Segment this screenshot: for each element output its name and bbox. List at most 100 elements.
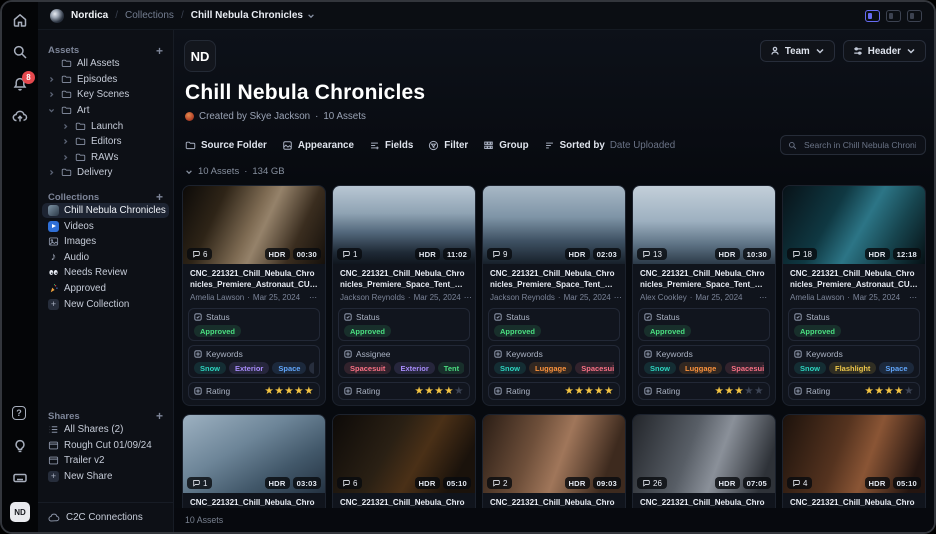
keyword-chip[interactable]: Spacesuit	[575, 362, 614, 374]
idea-bulb-icon[interactable]	[12, 438, 28, 454]
keyword-chip[interactable]: Exterior	[394, 362, 434, 374]
more-menu-icon[interactable]: ⋯	[614, 293, 623, 302]
more-keywords-chip[interactable]: +3	[309, 362, 314, 374]
breadcrumb-workspace[interactable]: Nordica	[71, 10, 108, 21]
status-field[interactable]: Status Approved	[638, 308, 770, 341]
keyword-chip[interactable]: Snow	[794, 362, 826, 374]
keyword-chip[interactable]: Spacesuit	[344, 362, 391, 374]
sidebar-item-approved[interactable]: Approved	[42, 281, 169, 297]
chevron-right-icon[interactable]	[48, 91, 56, 98]
status-chip[interactable]: Approved	[344, 325, 391, 337]
appearance-button[interactable]: Appearance	[282, 140, 354, 151]
star-rating[interactable]: ★★★★★	[264, 387, 314, 396]
status-field[interactable]: Status Approved	[188, 308, 320, 341]
chevron-right-icon[interactable]	[62, 138, 70, 145]
keywords-field[interactable]: Keywords Snow Exterior Space +3	[188, 345, 320, 378]
team-button[interactable]: Team	[760, 40, 835, 62]
more-menu-icon[interactable]: ⋯	[909, 293, 918, 302]
user-avatar[interactable]: ND	[10, 502, 30, 522]
chevron-right-icon[interactable]	[48, 169, 56, 176]
star-rating[interactable]: ★★★★★	[864, 387, 914, 396]
chevron-right-icon[interactable]	[62, 154, 70, 161]
keywords-field[interactable]: Keywords Snow Flashlight Space +3	[788, 345, 920, 378]
keyboard-icon[interactable]	[12, 470, 28, 486]
add-collection-icon[interactable]: +	[156, 192, 163, 202]
sidebar-item-new-collection[interactable]: + New Collection	[42, 296, 169, 312]
status-field[interactable]: Status Approved	[788, 308, 920, 341]
source-folder-button[interactable]: Source Folder	[185, 140, 267, 151]
asset-thumbnail[interactable]: 1 HDR03:03	[183, 415, 325, 493]
help-icon[interactable]: ?	[12, 406, 28, 422]
sidebar-item-all-assets[interactable]: All Assets	[42, 56, 169, 72]
chevron-down-icon[interactable]	[185, 168, 193, 176]
add-asset-icon[interactable]: +	[156, 46, 163, 56]
sidebar-item-episodes[interactable]: Episodes	[42, 72, 169, 88]
rating-field[interactable]: Rating ★★★★★	[338, 382, 470, 400]
c2c-connections[interactable]: C2C Connections	[38, 502, 173, 532]
asset-card[interactable]: 6 HDR00:30 CNC_221321_Chill_Nebula_Chron…	[182, 185, 326, 406]
asset-thumbnail[interactable]: 13 HDR10:30	[633, 186, 775, 264]
header-button[interactable]: Header	[843, 40, 926, 62]
keyword-chip[interactable]: Space	[272, 362, 306, 374]
search-icon[interactable]	[12, 44, 28, 60]
chevron-down-icon[interactable]	[48, 107, 56, 114]
layout-split-view-icon[interactable]	[886, 10, 901, 22]
keyword-chip[interactable]: Luggage	[679, 362, 722, 374]
sidebar-item-new-share[interactable]: + New Share	[42, 469, 169, 485]
assignee-field[interactable]: Assignee Spacesuit Exterior Tent +3	[338, 345, 470, 378]
asset-card[interactable]: 18 HDR12:18 CNC_221321_Chill_Nebula_Chro…	[782, 185, 926, 406]
keyword-chip[interactable]: Flashlight	[829, 362, 876, 374]
fields-button[interactable]: Fields	[369, 140, 413, 151]
status-chip[interactable]: Approved	[494, 325, 541, 337]
keyword-chip[interactable]: Tent	[438, 362, 464, 374]
layout-panel-view-icon[interactable]	[907, 10, 922, 22]
status-chip[interactable]: Approved	[194, 325, 241, 337]
notifications-bell-icon[interactable]: 8	[12, 76, 28, 92]
sidebar-item-editors[interactable]: Editors	[42, 134, 169, 150]
upload-cloud-icon[interactable]	[12, 108, 28, 124]
group-button[interactable]: Group	[483, 140, 528, 151]
search-input[interactable]	[802, 139, 918, 151]
status-field[interactable]: Status Approved	[338, 308, 470, 341]
asset-card[interactable]: 9 HDR02:03 CNC_221321_Chill_Nebula_Chron…	[482, 185, 626, 406]
sidebar-item-rough-cut[interactable]: Rough Cut 01/09/24	[42, 438, 169, 454]
more-menu-icon[interactable]: ⋯	[464, 293, 473, 302]
keyword-chip[interactable]: Snow	[494, 362, 526, 374]
asset-thumbnail[interactable]: 18 HDR12:18	[783, 186, 925, 264]
chevron-right-icon[interactable]	[62, 123, 70, 130]
more-menu-icon[interactable]: ⋯	[309, 293, 318, 302]
more-menu-icon[interactable]: ⋯	[759, 293, 768, 302]
filter-button[interactable]: Filter	[428, 140, 468, 151]
asset-thumbnail[interactable]: 6 HDR00:30	[183, 186, 325, 264]
sidebar-item-key-scenes[interactable]: Key Scenes	[42, 87, 169, 103]
keyword-chip[interactable]: Luggage	[529, 362, 572, 374]
sidebar-item-images[interactable]: Images	[42, 234, 169, 250]
star-rating[interactable]: ★★★★★	[714, 387, 764, 396]
status-chip[interactable]: Approved	[794, 325, 841, 337]
asset-thumbnail[interactable]: 26 HDR07:05	[633, 415, 775, 493]
rating-field[interactable]: Rating ★★★★★	[188, 382, 320, 400]
asset-card[interactable]: 1 HDR11:02 CNC_221321_Chill_Nebula_Chron…	[332, 185, 476, 406]
asset-thumbnail[interactable]: 2 HDR09:03	[483, 415, 625, 493]
asset-thumbnail[interactable]: 6 HDR05:10	[333, 415, 475, 493]
breadcrumb-current[interactable]: Chill Nebula Chronicles	[191, 10, 315, 21]
star-rating[interactable]: ★★★★★	[414, 387, 464, 396]
chevron-right-icon[interactable]	[48, 76, 56, 83]
keyword-chip[interactable]: Spacesuit	[725, 362, 764, 374]
asset-thumbnail[interactable]: 4 HDR05:10	[783, 415, 925, 493]
sidebar-item-launch[interactable]: Launch	[42, 118, 169, 134]
sidebar-item-art[interactable]: Art	[42, 103, 169, 119]
sidebar-item-all-shares[interactable]: All Shares (2)	[42, 422, 169, 438]
keyword-chip[interactable]: Space	[879, 362, 913, 374]
status-field[interactable]: Status Approved	[488, 308, 620, 341]
rating-field[interactable]: Rating ★★★★★	[488, 382, 620, 400]
sidebar-item-needs-review[interactable]: Needs Review	[42, 265, 169, 281]
home-icon[interactable]	[12, 12, 28, 28]
sidebar-item-videos[interactable]: Videos	[42, 218, 169, 234]
workspace-logo[interactable]	[50, 9, 64, 23]
keyword-chip[interactable]: Snow	[644, 362, 676, 374]
add-share-icon[interactable]: +	[156, 411, 163, 421]
keywords-field[interactable]: Keywords Snow Luggage Spacesuit +3	[638, 345, 770, 378]
asset-thumbnail[interactable]: 9 HDR02:03	[483, 186, 625, 264]
sidebar-item-raws[interactable]: RAWs	[42, 150, 169, 166]
